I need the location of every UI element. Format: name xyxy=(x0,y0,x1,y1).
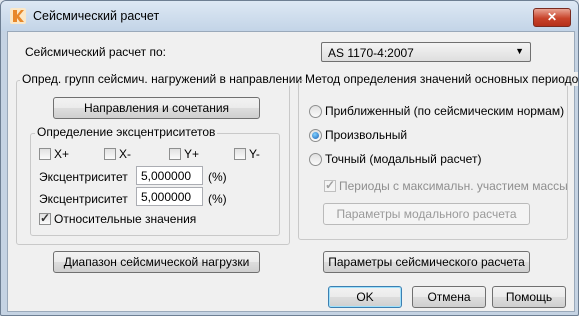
seismic-range-button[interactable]: Диапазон сейсмической нагрузки xyxy=(53,251,260,273)
dialog-window: Сейсмический расчет ✕ Сейсмический расче… xyxy=(0,0,579,316)
eccentricity-2-unit: (%) xyxy=(208,192,227,206)
norm-select-value: AS 1170-4:2007 xyxy=(328,46,414,60)
radio-exact-modal[interactable] xyxy=(309,153,322,166)
directions-group-title: Опред. групп сейсмич. нагружений в напра… xyxy=(20,72,305,86)
calc-by-label: Сейсмический расчет по: xyxy=(25,45,166,59)
window-title: Сейсмический расчет xyxy=(33,9,160,23)
checkbox-y-plus[interactable] xyxy=(169,148,181,160)
eccentricity-2-label: Эксцентриситет xyxy=(39,192,128,206)
radio-exact-modal-label: Точный (модальный расчет) xyxy=(325,152,482,166)
eccentricity-1-input[interactable]: 5,000000 xyxy=(136,166,203,185)
period-method-group-title: Метод определения значений основных пери… xyxy=(303,72,578,86)
radio-approximate[interactable] xyxy=(309,105,322,118)
checkbox-x-plus-label: X+ xyxy=(54,147,70,161)
relative-values-checkbox[interactable] xyxy=(39,211,51,225)
max-mass-periods-checkbox[interactable] xyxy=(324,178,336,192)
checkbox-y-plus-label: Y+ xyxy=(184,147,200,161)
close-button[interactable]: ✕ xyxy=(533,8,571,27)
checkbox-x-plus[interactable] xyxy=(39,148,51,160)
seismic-params-button[interactable]: Параметры сейсмического расчета xyxy=(323,251,530,273)
checkbox-x-minus-label: X- xyxy=(119,147,131,161)
checkbox-y-minus-label: Y- xyxy=(249,147,260,161)
help-button[interactable]: Помощь xyxy=(492,286,566,308)
radio-arbitrary[interactable] xyxy=(309,129,322,142)
cancel-button[interactable]: Отмена xyxy=(412,286,486,308)
eccentricity-1-label: Эксцентриситет xyxy=(39,170,128,184)
eccentricity-1-unit: (%) xyxy=(208,170,227,184)
radio-approximate-label: Приближенный (по сейсмическим нормам) xyxy=(325,104,565,118)
max-mass-periods-label: Периоды с максимальн. участием массы xyxy=(339,179,568,193)
relative-values-label: Относительные значения xyxy=(54,212,197,226)
checkbox-y-minus[interactable] xyxy=(234,148,246,160)
eccentricity-2-input[interactable]: 5,000000 xyxy=(136,187,203,206)
radio-arbitrary-label: Произвольный xyxy=(325,128,408,142)
dialog-body: Сейсмический расчет по: AS 1170-4:2007 ▼… xyxy=(7,31,578,312)
title-bar[interactable]: Сейсмический расчет ✕ xyxy=(1,1,578,31)
app-logo-icon xyxy=(10,8,26,24)
chevron-down-icon: ▼ xyxy=(515,46,524,56)
eccentricity-group-title: Определение эксцентриситетов xyxy=(35,125,218,139)
ok-button[interactable]: OK xyxy=(328,286,402,308)
directions-combinations-button[interactable]: Направления и сочетания xyxy=(53,97,260,119)
norm-select[interactable]: AS 1170-4:2007 ▼ xyxy=(321,42,531,62)
checkbox-x-minus[interactable] xyxy=(104,148,116,160)
modal-params-button[interactable]: Параметры модального расчета xyxy=(323,203,530,225)
